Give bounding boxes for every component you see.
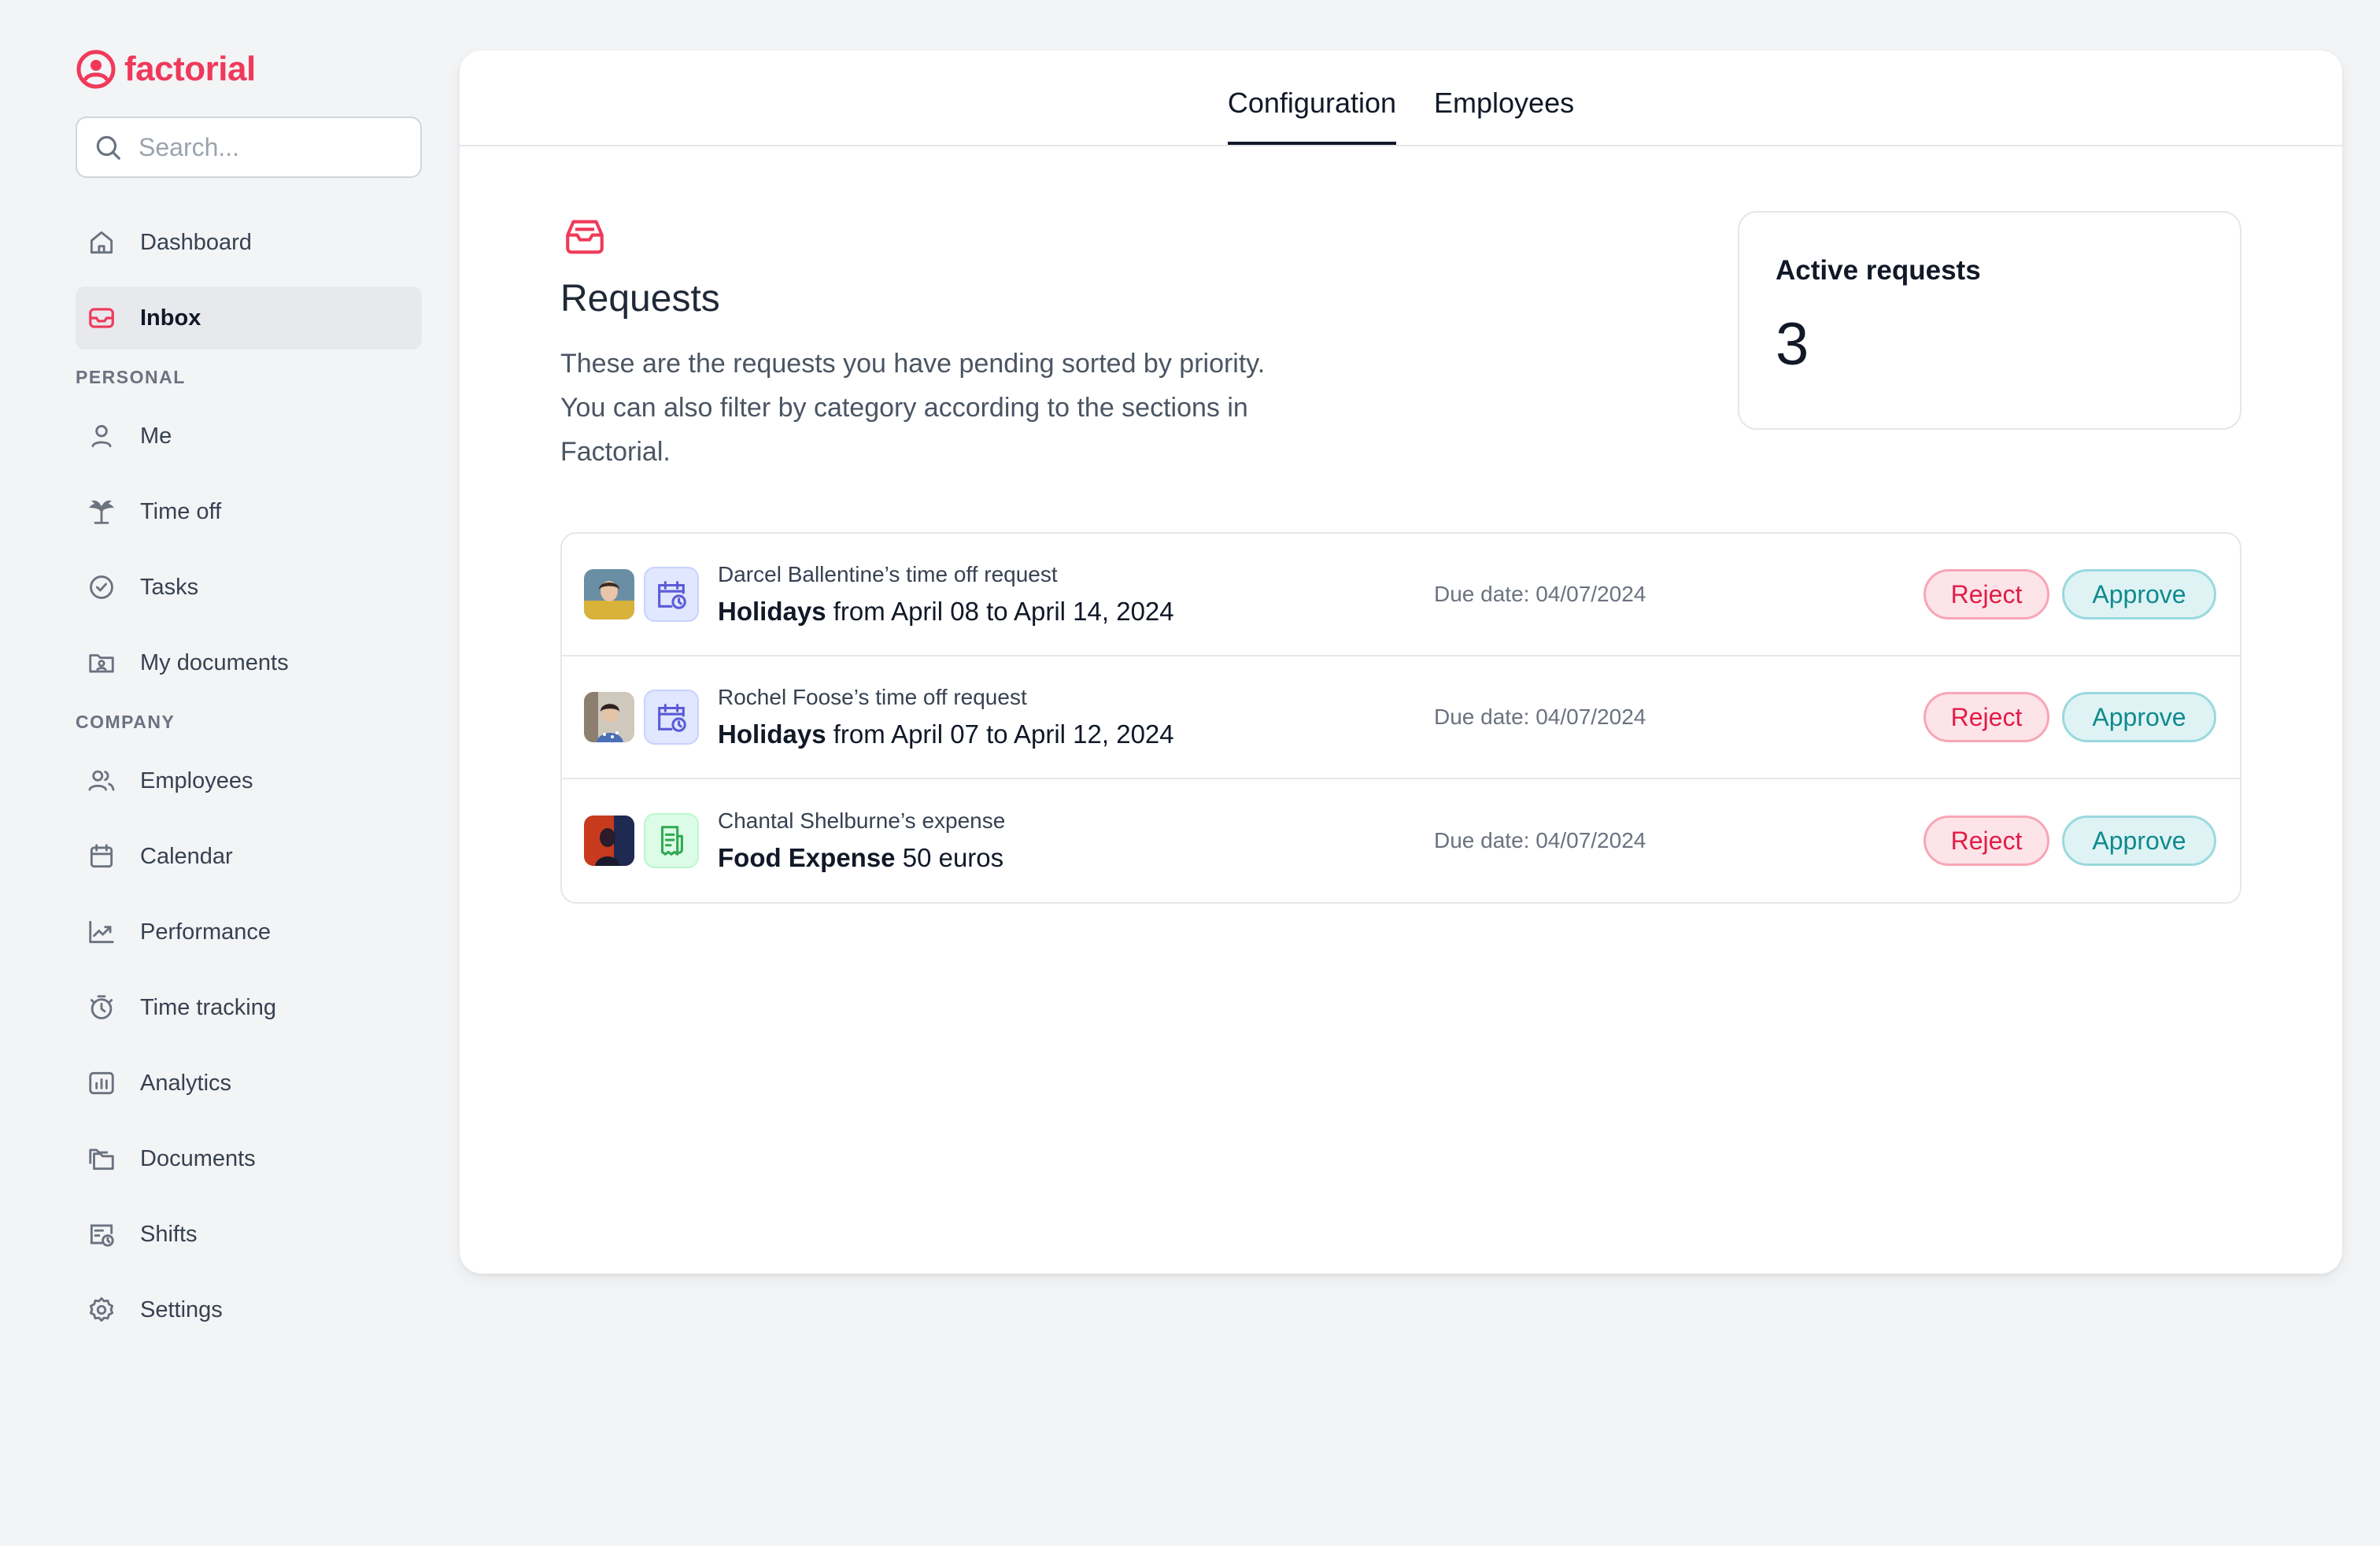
sidebar-item-label: Inbox [140,305,201,331]
due-date: Due date: 04/07/2024 [1434,705,1646,729]
approve-button[interactable]: Approve [2062,692,2216,742]
time-off-type-badge [644,690,699,745]
check-circle-icon [87,572,116,602]
request-summary: Food Expense 50 euros [718,843,1434,873]
request-type: Holidays [718,597,826,626]
sidebar-item-label: Calendar [140,843,233,869]
row-actions: Reject Approve [1924,569,2216,620]
sidebar-item-tasks[interactable]: Tasks [76,556,422,619]
main-card: Configuration Employees Requests These a… [460,50,2342,1274]
request-summary: Holidays from April 07 to April 12, 2024 [718,719,1434,749]
search-icon [96,135,120,160]
inbox-icon [87,303,116,333]
row-actions: Reject Approve [1924,692,2216,742]
active-requests-card: Active requests 3 [1738,211,2241,430]
active-requests-count: 3 [1776,311,1809,378]
calendar-clock-icon [658,581,686,609]
logo-text: factorial [124,50,256,88]
sidebar-item-inbox[interactable]: Inbox [76,287,422,350]
tab-bar: Configuration Employees [460,50,2342,146]
due-date: Due date: 04/07/2024 [1434,582,1646,606]
sidebar-item-label: Tasks [140,574,199,600]
time-off-type-badge [644,567,699,622]
request-type: Holidays [718,719,826,749]
avatar [584,692,634,742]
section-label-personal: PERSONAL [76,367,186,387]
sidebar-item-label: Employees [140,767,253,793]
calendar-clock-icon [658,704,686,732]
sidebar-item-calendar[interactable]: Calendar [76,825,422,888]
list-item[interactable]: Rochel Foose’s time off request Holidays… [562,656,2240,779]
page-title: Requests [560,278,720,320]
palm-tree-icon [87,497,116,527]
sidebar: factorial ⌘K Dashboard Inbox PERSONAL Me [76,47,523,1354]
sidebar-item-label: My documents [140,649,289,675]
request-subtitle: Darcel Ballentine’s time off request [718,562,1058,586]
tab-configuration[interactable]: Configuration [1227,87,1397,145]
calendar-icon [87,841,116,871]
sidebar-item-label: Dashboard [140,229,252,255]
sidebar-item-label: Me [140,423,172,449]
expense-type-badge [644,813,699,868]
request-detail: from April 07 to April 12, 2024 [826,719,1174,749]
sidebar-item-me[interactable]: Me [76,405,422,468]
receipt-icon [660,826,683,856]
bar-chart-icon [87,1068,116,1098]
folder-user-icon [87,648,116,678]
requests-list: Darcel Ballentine’s time off request Hol… [560,532,2241,904]
list-item[interactable]: Chantal Shelburne’s expense Food Expense… [562,779,2240,902]
avatar [584,569,634,620]
sidebar-item-label: Performance [140,919,272,945]
factorial-logo-icon [76,50,116,89]
sidebar-item-label: Documents [140,1145,256,1171]
sidebar-item-shifts[interactable]: Shifts [76,1203,422,1266]
sidebar-item-label: Settings [140,1296,223,1322]
gear-icon [87,1295,116,1325]
sidebar-item-label: Time off [140,498,222,524]
due-date: Due date: 04/07/2024 [1434,828,1646,853]
section-label-company: COMPANY [76,712,176,732]
page-description: These are the requests you have pending … [560,349,1266,467]
request-subtitle: Chantal Shelburne’s expense [718,808,1006,833]
request-type: Food Expense [718,843,896,872]
reject-button[interactable]: Reject [1924,692,2049,742]
sidebar-item-dashboard[interactable]: Dashboard [76,211,422,274]
approve-button[interactable]: Approve [2062,569,2216,620]
home-icon [87,227,116,257]
request-detail: from April 08 to April 14, 2024 [826,597,1174,626]
sidebar-item-my-documents[interactable]: My documents [76,631,422,694]
approve-button[interactable]: Approve [2062,816,2216,866]
row-actions: Reject Approve [1924,816,2216,866]
active-requests-label: Active requests [1776,255,1981,286]
shift-clock-icon [87,1219,116,1249]
search-input[interactable] [139,132,469,162]
sidebar-item-performance[interactable]: Performance [76,901,422,963]
sidebar-item-time-tracking[interactable]: Time tracking [76,976,422,1039]
search-box[interactable]: ⌘K [76,117,523,178]
users-icon [87,766,116,796]
tab-employees[interactable]: Employees [1434,87,1574,145]
request-summary: Holidays from April 08 to April 14, 2024 [718,597,1434,627]
sidebar-item-analytics[interactable]: Analytics [76,1052,422,1115]
trend-chart-icon [87,917,116,947]
sidebar-item-documents[interactable]: Documents [76,1127,422,1190]
reject-button[interactable]: Reject [1924,569,2049,620]
sidebar-item-label: Shifts [140,1221,198,1247]
user-icon [87,421,116,451]
logo[interactable]: factorial [76,47,422,91]
list-item[interactable]: Darcel Ballentine’s time off request Hol… [562,534,2240,656]
inbox-tray-icon [566,220,604,254]
folders-icon [87,1144,116,1174]
sidebar-item-label: Time tracking [140,994,276,1020]
sidebar-item-label: Analytics [140,1070,232,1096]
sidebar-item-settings[interactable]: Settings [76,1278,422,1341]
request-detail: 50 euros [895,843,1004,872]
sidebar-item-time-off[interactable]: Time off [76,480,422,543]
stopwatch-icon [87,993,116,1023]
reject-button[interactable]: Reject [1924,816,2049,866]
sidebar-item-employees[interactable]: Employees [76,749,422,812]
main-nav: Dashboard Inbox PERSONAL Me Time off Tas… [76,211,422,1341]
avatar [584,816,634,866]
request-subtitle: Rochel Foose’s time off request [718,685,1027,709]
